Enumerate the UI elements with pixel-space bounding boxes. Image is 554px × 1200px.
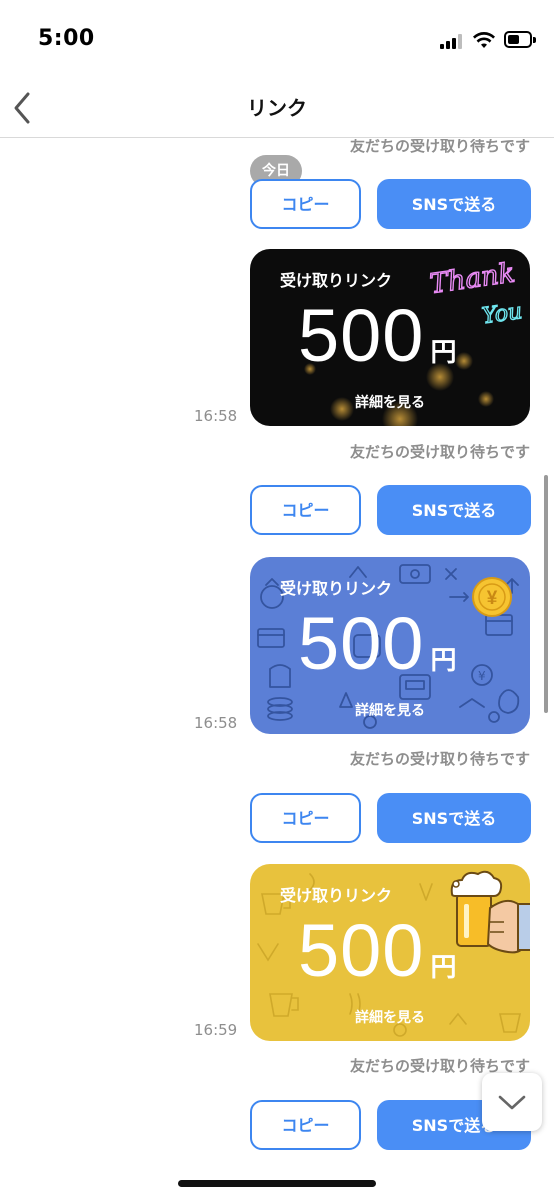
gift-link-card[interactable]: 受け取りリンク 500 円 詳細を見る bbox=[250, 864, 530, 1041]
amount-unit: 円 bbox=[430, 646, 457, 676]
card-title: 受け取りリンク bbox=[280, 579, 393, 598]
battery-level bbox=[508, 35, 519, 44]
card-amount: 500 円 bbox=[298, 908, 456, 993]
card-title: 受け取りリンク bbox=[280, 886, 393, 905]
waiting-status: 友だちの受け取り待ちです bbox=[349, 443, 530, 461]
copy-button[interactable]: コピー bbox=[250, 793, 361, 843]
chevron-down-icon bbox=[498, 1095, 526, 1110]
amount-value: 500 bbox=[298, 294, 425, 377]
amount-unit: 円 bbox=[430, 953, 457, 983]
coin-symbol: ¥ bbox=[487, 588, 498, 609]
sns-send-button[interactable]: SNSで送る bbox=[377, 179, 531, 229]
yen-coin-icon: ¥ bbox=[472, 577, 512, 617]
scroll-to-bottom-button[interactable] bbox=[482, 1073, 542, 1131]
message-time: 16:59 bbox=[194, 1021, 238, 1039]
page-title: リンク bbox=[247, 96, 307, 120]
copy-button[interactable]: コピー bbox=[250, 1100, 361, 1150]
view-details-link[interactable]: 詳細を見る bbox=[250, 700, 530, 720]
battery-icon bbox=[504, 31, 532, 48]
cellular-signal-icon bbox=[440, 33, 466, 49]
view-details-link[interactable]: 詳細を見る bbox=[250, 392, 530, 412]
gift-link-card[interactable]: ¥ ¥ 受け取りリンク 500 円 詳細を見る bbox=[250, 557, 530, 734]
waiting-status: 友だちの受け取り待ちです bbox=[349, 750, 530, 768]
copy-button[interactable]: コピー bbox=[250, 485, 361, 535]
nav-header: リンク bbox=[0, 80, 554, 138]
copy-button[interactable]: コピー bbox=[250, 179, 361, 229]
status-bar: 5:00 bbox=[0, 0, 554, 80]
message-list[interactable]: 友だちの受け取り待ちです 今日 コピー SNSで送る 16:58 Thank Y… bbox=[0, 139, 554, 1200]
card-title: 受け取りリンク bbox=[280, 271, 393, 290]
sns-send-button[interactable]: SNSで送る bbox=[377, 793, 531, 843]
card-amount: 500 円 bbox=[298, 293, 456, 378]
home-indicator bbox=[178, 1180, 376, 1187]
status-time: 5:00 bbox=[38, 26, 95, 51]
message-time: 16:58 bbox=[194, 714, 238, 732]
amount-unit: 円 bbox=[430, 338, 457, 368]
battery-tip bbox=[533, 37, 536, 43]
waiting-status: 友だちの受け取り待ちです bbox=[349, 139, 530, 155]
scrollbar[interactable] bbox=[544, 475, 548, 713]
card-amount: 500 円 bbox=[298, 601, 456, 686]
amount-value: 500 bbox=[298, 909, 425, 992]
wifi-icon bbox=[473, 32, 495, 48]
message-time: 16:58 bbox=[194, 407, 238, 425]
view-details-link[interactable]: 詳細を見る bbox=[250, 1007, 530, 1027]
amount-value: 500 bbox=[298, 602, 425, 685]
sns-send-button[interactable]: SNSで送る bbox=[377, 485, 531, 535]
gift-link-card[interactable]: Thank You 受け取りリンク 500 円 詳細を見る bbox=[250, 249, 530, 426]
svg-text:¥: ¥ bbox=[478, 669, 486, 683]
neon-you-text: You bbox=[481, 299, 524, 329]
